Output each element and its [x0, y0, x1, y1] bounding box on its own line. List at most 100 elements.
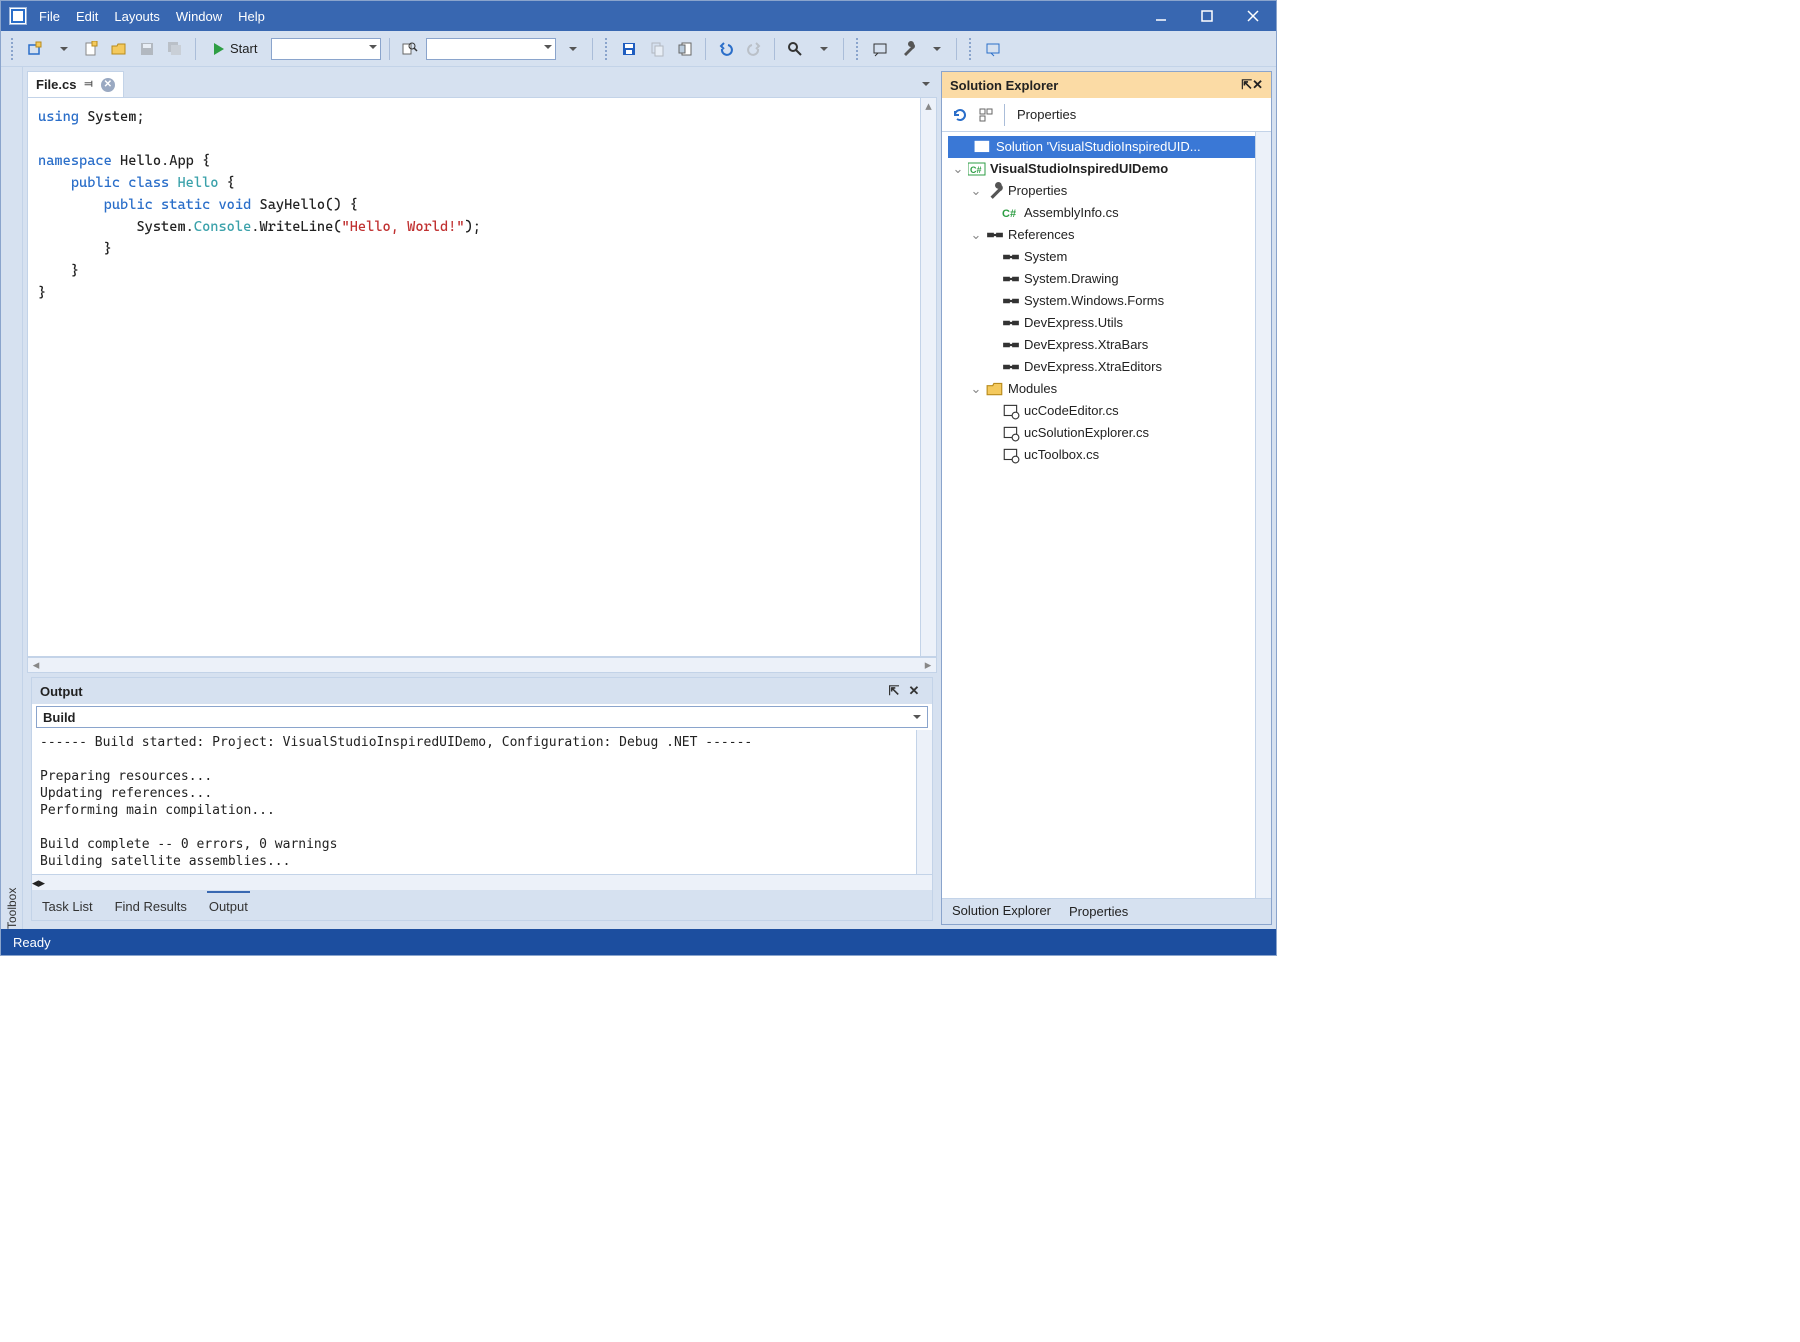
output-panel: Output ⇱ ✕ Build ------ Build started: P… [31, 677, 933, 921]
toolbar: Start [1, 31, 1276, 67]
window-close-button[interactable] [1230, 1, 1276, 31]
close-icon[interactable]: ✕ [1252, 77, 1263, 93]
properties-toolbar-label[interactable]: Properties [1017, 107, 1076, 122]
vertical-scrollbar[interactable]: ▴ [920, 98, 936, 656]
csharp-file-icon: C# [1002, 205, 1020, 221]
solution-explorer-bottom-tabs: Solution Explorer Properties [942, 898, 1271, 924]
open-folder-button[interactable] [107, 37, 131, 61]
app-icon [9, 7, 27, 25]
find-button[interactable] [783, 37, 807, 61]
output-title: Output [40, 684, 83, 699]
title-bar: File Edit Layouts Window Help [1, 1, 1276, 31]
output-category-combo[interactable]: Build [36, 706, 928, 728]
solution-explorer-panel: Solution Explorer ⇱ ✕ Properties Solutio… [941, 71, 1272, 925]
folder-icon [986, 381, 1004, 397]
tree-node-ref[interactable]: System.Drawing [948, 268, 1271, 290]
collapse-all-button[interactable] [974, 103, 998, 127]
refresh-button[interactable] [948, 103, 972, 127]
tree-node-ref[interactable]: DevExpress.Utils [948, 312, 1271, 334]
status-bar: Ready [1, 929, 1276, 955]
tree-node-module[interactable]: ucToolbox.cs [948, 444, 1271, 466]
references-icon [986, 227, 1004, 243]
main-menu: File Edit Layouts Window Help [33, 5, 271, 28]
paste-button[interactable] [673, 37, 697, 61]
output-bottom-tabs: Task List Find Results Output [32, 890, 932, 920]
search-dropdown[interactable] [560, 37, 584, 61]
tree-node-references[interactable]: ⌄References [948, 224, 1271, 246]
new-project-button[interactable] [23, 37, 47, 61]
tab-find-results[interactable]: Find Results [113, 891, 189, 920]
close-icon[interactable]: ✕ [904, 681, 924, 701]
tree-node-ref[interactable]: System.Windows.Forms [948, 290, 1271, 312]
solution-tree[interactable]: Solution 'VisualStudioInspiredUID... ⌄C#… [942, 132, 1271, 898]
pin-icon[interactable]: ⇱ [884, 681, 904, 701]
toolbar-grip-icon [969, 38, 973, 60]
solution-explorer-toolbar: Properties [942, 98, 1271, 132]
tab-solution-explorer[interactable]: Solution Explorer [952, 903, 1051, 920]
menu-help[interactable]: Help [232, 5, 271, 28]
tab-task-list[interactable]: Task List [40, 891, 95, 920]
editor-column: File.cs ⫤ ✕ using System; namespace Hell… [23, 67, 941, 929]
tree-node-ref[interactable]: DevExpress.XtraBars [948, 334, 1271, 356]
tree-node-ref[interactable]: DevExpress.XtraEditors [948, 356, 1271, 378]
horizontal-scrollbar[interactable]: ◂▸ [32, 874, 932, 890]
output-text[interactable]: ------ Build started: Project: VisualStu… [32, 730, 932, 874]
toolbar-grip-icon [856, 38, 860, 60]
menu-edit[interactable]: Edit [70, 5, 104, 28]
csharp-project-icon: C# [968, 161, 986, 177]
reference-icon [1002, 249, 1020, 265]
tab-properties[interactable]: Properties [1069, 904, 1128, 919]
output-header: Output ⇱ ✕ [32, 678, 932, 704]
toolbox-button[interactable] [981, 37, 1005, 61]
search-combo[interactable] [426, 38, 556, 60]
toolbox-tab[interactable]: Toolbox [1, 67, 23, 929]
configuration-combo[interactable] [271, 38, 381, 60]
solution-explorer-button[interactable] [868, 37, 892, 61]
tree-node-modules[interactable]: ⌄Modules [948, 378, 1271, 400]
save-solution-button[interactable] [617, 37, 641, 61]
svg-text:C#: C# [1002, 208, 1016, 220]
save-button [135, 37, 159, 61]
active-files-dropdown[interactable] [913, 72, 937, 96]
toolbar-grip-icon [11, 38, 15, 60]
tree-node-properties[interactable]: ⌄Properties [948, 180, 1271, 202]
tree-node-project[interactable]: ⌄C#VisualStudioInspiredUIDemo [948, 158, 1271, 180]
code-text[interactable]: using System; namespace Hello.App { publ… [28, 98, 920, 656]
tree-node-ref[interactable]: System [948, 246, 1271, 268]
vertical-scrollbar[interactable] [1255, 132, 1271, 898]
window-minimize-button[interactable] [1138, 1, 1184, 31]
start-button[interactable]: Start [204, 37, 267, 61]
tree-node-assemblyinfo[interactable]: C#AssemblyInfo.cs [948, 202, 1271, 224]
document-tabstrip: File.cs ⫤ ✕ [27, 71, 937, 97]
horizontal-scrollbar[interactable]: ◂▸ [27, 657, 937, 673]
undo-button[interactable] [714, 37, 738, 61]
tab-output[interactable]: Output [207, 891, 250, 920]
menu-file[interactable]: File [33, 5, 66, 28]
find-dropdown[interactable] [811, 37, 835, 61]
tree-node-solution[interactable]: Solution 'VisualStudioInspiredUID... [948, 136, 1271, 158]
find-in-files-button[interactable] [398, 37, 422, 61]
reference-icon [1002, 293, 1020, 309]
window: File Edit Layouts Window Help Start [0, 0, 1277, 956]
tree-node-module[interactable]: ucCodeEditor.cs [948, 400, 1271, 422]
pin-icon[interactable]: ⇱ [1241, 77, 1252, 93]
new-file-button[interactable] [79, 37, 103, 61]
copy-button [645, 37, 669, 61]
close-icon[interactable]: ✕ [101, 78, 115, 92]
window-maximize-button[interactable] [1184, 1, 1230, 31]
document-tab[interactable]: File.cs ⫤ ✕ [27, 71, 124, 97]
status-text: Ready [13, 935, 51, 950]
new-project-dropdown[interactable] [51, 37, 75, 61]
code-editor[interactable]: using System; namespace Hello.App { publ… [27, 97, 937, 657]
chevron-down-icon [544, 45, 552, 53]
play-icon [214, 43, 224, 55]
toolbar-grip-icon [605, 38, 609, 60]
properties-window-button[interactable] [896, 37, 920, 61]
vertical-scrollbar[interactable] [916, 730, 932, 874]
properties-dropdown[interactable] [924, 37, 948, 61]
tree-node-module[interactable]: ucSolutionExplorer.cs [948, 422, 1271, 444]
save-all-button [163, 37, 187, 61]
menu-window[interactable]: Window [170, 5, 228, 28]
menu-layouts[interactable]: Layouts [108, 5, 166, 28]
pin-icon[interactable]: ⫤ [84, 78, 92, 91]
